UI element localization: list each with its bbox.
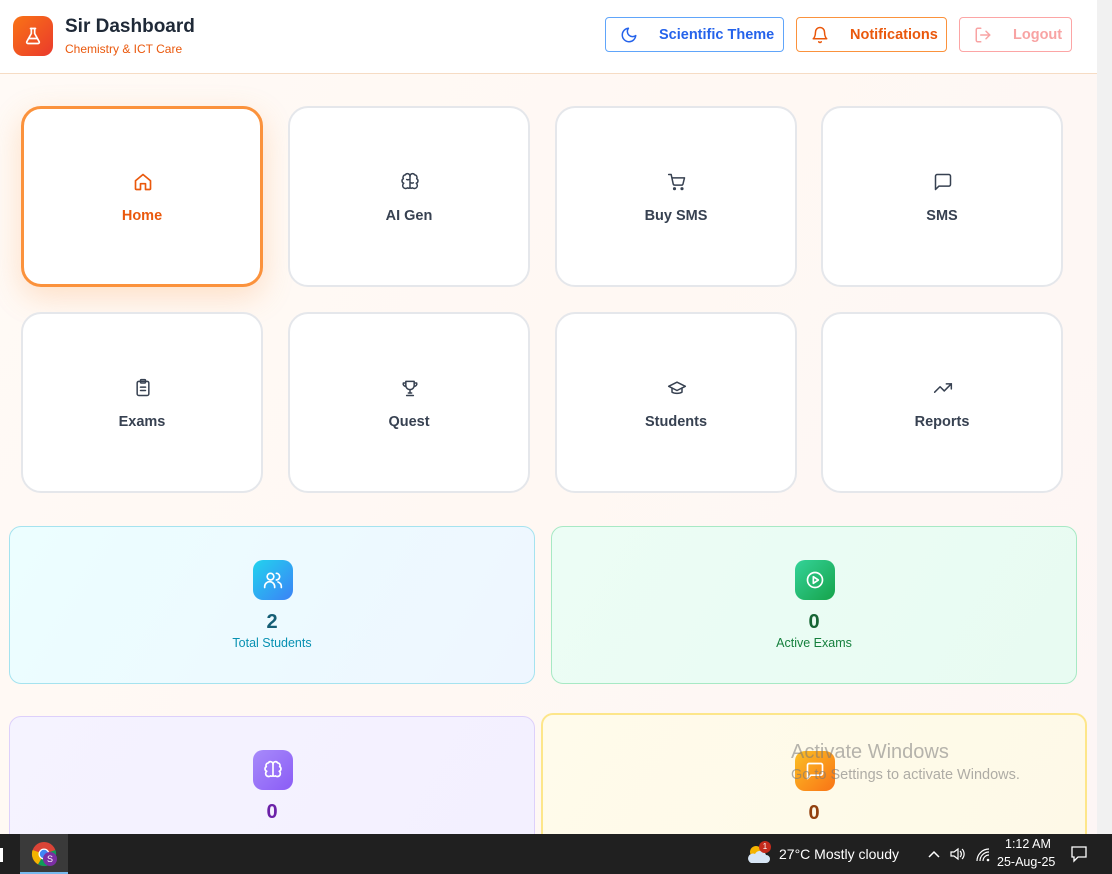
stat-card-total-students: 2 Total Students — [9, 526, 535, 684]
nav-tile-label: Exams — [118, 414, 166, 430]
nav-tile-label: AI Gen — [385, 208, 433, 224]
notifications-button-label: Notifications — [850, 27, 938, 43]
taskbar-edge — [0, 848, 3, 862]
logout-button[interactable]: Logout — [959, 17, 1072, 52]
brain-icon — [401, 172, 419, 190]
stat-value: 2 — [266, 611, 278, 633]
nav-tile-quest[interactable]: Quest — [288, 312, 530, 493]
nav-tile-buy-sms[interactable]: Buy SMS — [555, 106, 797, 287]
stat-card-ai-generated: 0 — [9, 716, 535, 834]
nav-tile-label: Students — [644, 414, 708, 430]
nav-tile-label: SMS — [926, 208, 958, 224]
trending-up-icon — [933, 383, 953, 393]
profile-avatar: S — [43, 852, 57, 866]
dashboard-subtitle: Chemistry & ICT Care — [65, 42, 183, 56]
chevron-up-icon[interactable] — [927, 847, 941, 861]
stat-value: 0 — [808, 802, 820, 824]
stat-value: 0 — [266, 801, 278, 823]
scientific-theme-button[interactable]: Scientific Theme — [605, 17, 784, 52]
moon-icon — [621, 27, 637, 43]
cart-icon — [667, 173, 686, 191]
nav-tile-label: Reports — [914, 414, 970, 430]
top-header: Sir Dashboard Chemistry & ICT Care Scien… — [0, 0, 1097, 74]
stat-label: Active Exams — [776, 636, 852, 650]
message-icon — [934, 173, 952, 191]
dashboard-title: Sir Dashboard — [65, 16, 195, 37]
brain-icon — [253, 750, 293, 790]
home-icon — [134, 173, 152, 191]
flask-logo-icon — [13, 16, 53, 56]
weather-badge: 1 — [759, 841, 771, 853]
trophy-icon — [402, 380, 418, 397]
users-icon — [253, 560, 293, 600]
speaker-icon[interactable] — [949, 846, 967, 862]
play-circle-icon — [795, 560, 835, 600]
stat-card-active-exams: 0 Active Exams — [551, 526, 1077, 684]
logout-button-label: Logout — [1013, 27, 1063, 43]
nav-tile-reports[interactable]: Reports — [821, 312, 1063, 493]
app-window: Sir Dashboard Chemistry & ICT Care Scien… — [0, 0, 1097, 834]
weather-text[interactable]: 27°C Mostly cloudy — [779, 846, 899, 862]
nav-tile-label: Buy SMS — [644, 208, 708, 224]
nav-tile-exams[interactable]: Exams — [21, 312, 263, 493]
notifications-button[interactable]: Notifications — [796, 17, 947, 52]
windows-taskbar: S 1 27°C Mostly cloudy 1:12 AM 25-Aug-25 — [0, 834, 1112, 874]
nav-tile-label: Home — [121, 208, 163, 224]
bell-icon — [812, 26, 828, 44]
action-center-icon[interactable] — [1070, 845, 1088, 863]
logout-icon — [975, 27, 991, 43]
scrollbar[interactable] — [1097, 0, 1112, 834]
clock-date[interactable]: 25-Aug-25 — [997, 855, 1055, 869]
nav-tile-sms[interactable]: SMS — [821, 106, 1063, 287]
nav-tile-ai-gen[interactable]: AI Gen — [288, 106, 530, 287]
activate-windows-subtitle: Go to Settings to activate Windows. — [791, 767, 1020, 783]
stat-label: Total Students — [232, 636, 312, 650]
stat-value: 0 — [808, 611, 820, 633]
graduation-cap-icon — [667, 381, 687, 395]
clipboard-icon — [136, 378, 150, 397]
nav-tile-home[interactable]: Home — [21, 106, 263, 287]
chrome-taskbar-button[interactable]: S — [20, 834, 68, 874]
activate-windows-title: Activate Windows — [791, 741, 949, 763]
clock-time[interactable]: 1:12 AM — [1005, 837, 1051, 851]
nav-tile-label: Quest — [388, 414, 430, 430]
theme-button-label: Scientific Theme — [659, 27, 775, 43]
nav-tile-students[interactable]: Students — [555, 312, 797, 493]
wifi-icon[interactable] — [975, 847, 991, 863]
